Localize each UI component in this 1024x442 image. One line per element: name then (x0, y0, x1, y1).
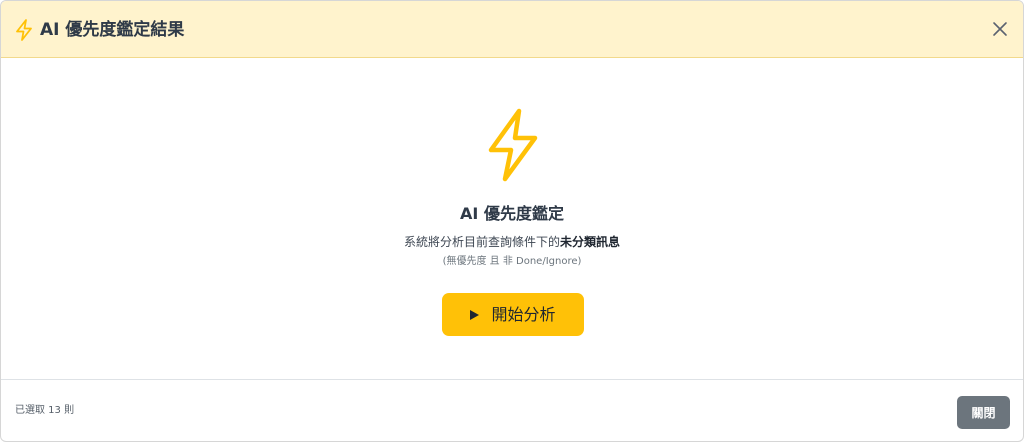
ai-priority-modal: AI 優先度鑑定結果 AI 優先度鑑定 系統將分析目前查詢條件下的未分類訊息 (… (0, 0, 1024, 442)
modal-body: AI 優先度鑑定 系統將分析目前查詢條件下的未分類訊息 (無優先度 且 非 Do… (1, 58, 1023, 379)
selected-count: 已選取 13 則 (15, 405, 75, 416)
filter-note: (無優先度 且 非 Done/Ignore) (442, 256, 582, 267)
close-modal-button[interactable]: 關閉 (957, 396, 1010, 429)
modal-header: AI 優先度鑑定結果 (1, 1, 1023, 58)
close-icon (989, 18, 1011, 40)
start-analysis-label: 開始分析 (491, 304, 556, 324)
close-button[interactable] (989, 18, 1011, 40)
lightning-bolt-icon (15, 19, 33, 41)
description-emphasis: 未分類訊息 (560, 235, 621, 249)
modal-footer: 已選取 13 則 關閉 (1, 379, 1023, 441)
modal-title: AI 優先度鑑定結果 (40, 20, 185, 40)
feature-title: AI 優先度鑑定 (460, 204, 564, 223)
play-icon (470, 309, 480, 320)
description-text: 系統將分析目前查詢條件下的 (403, 235, 560, 249)
feature-description: 系統將分析目前查詢條件下的未分類訊息 (1, 232, 1023, 252)
lightning-bolt-icon (485, 107, 541, 183)
start-analysis-button[interactable]: 開始分析 (442, 293, 584, 336)
